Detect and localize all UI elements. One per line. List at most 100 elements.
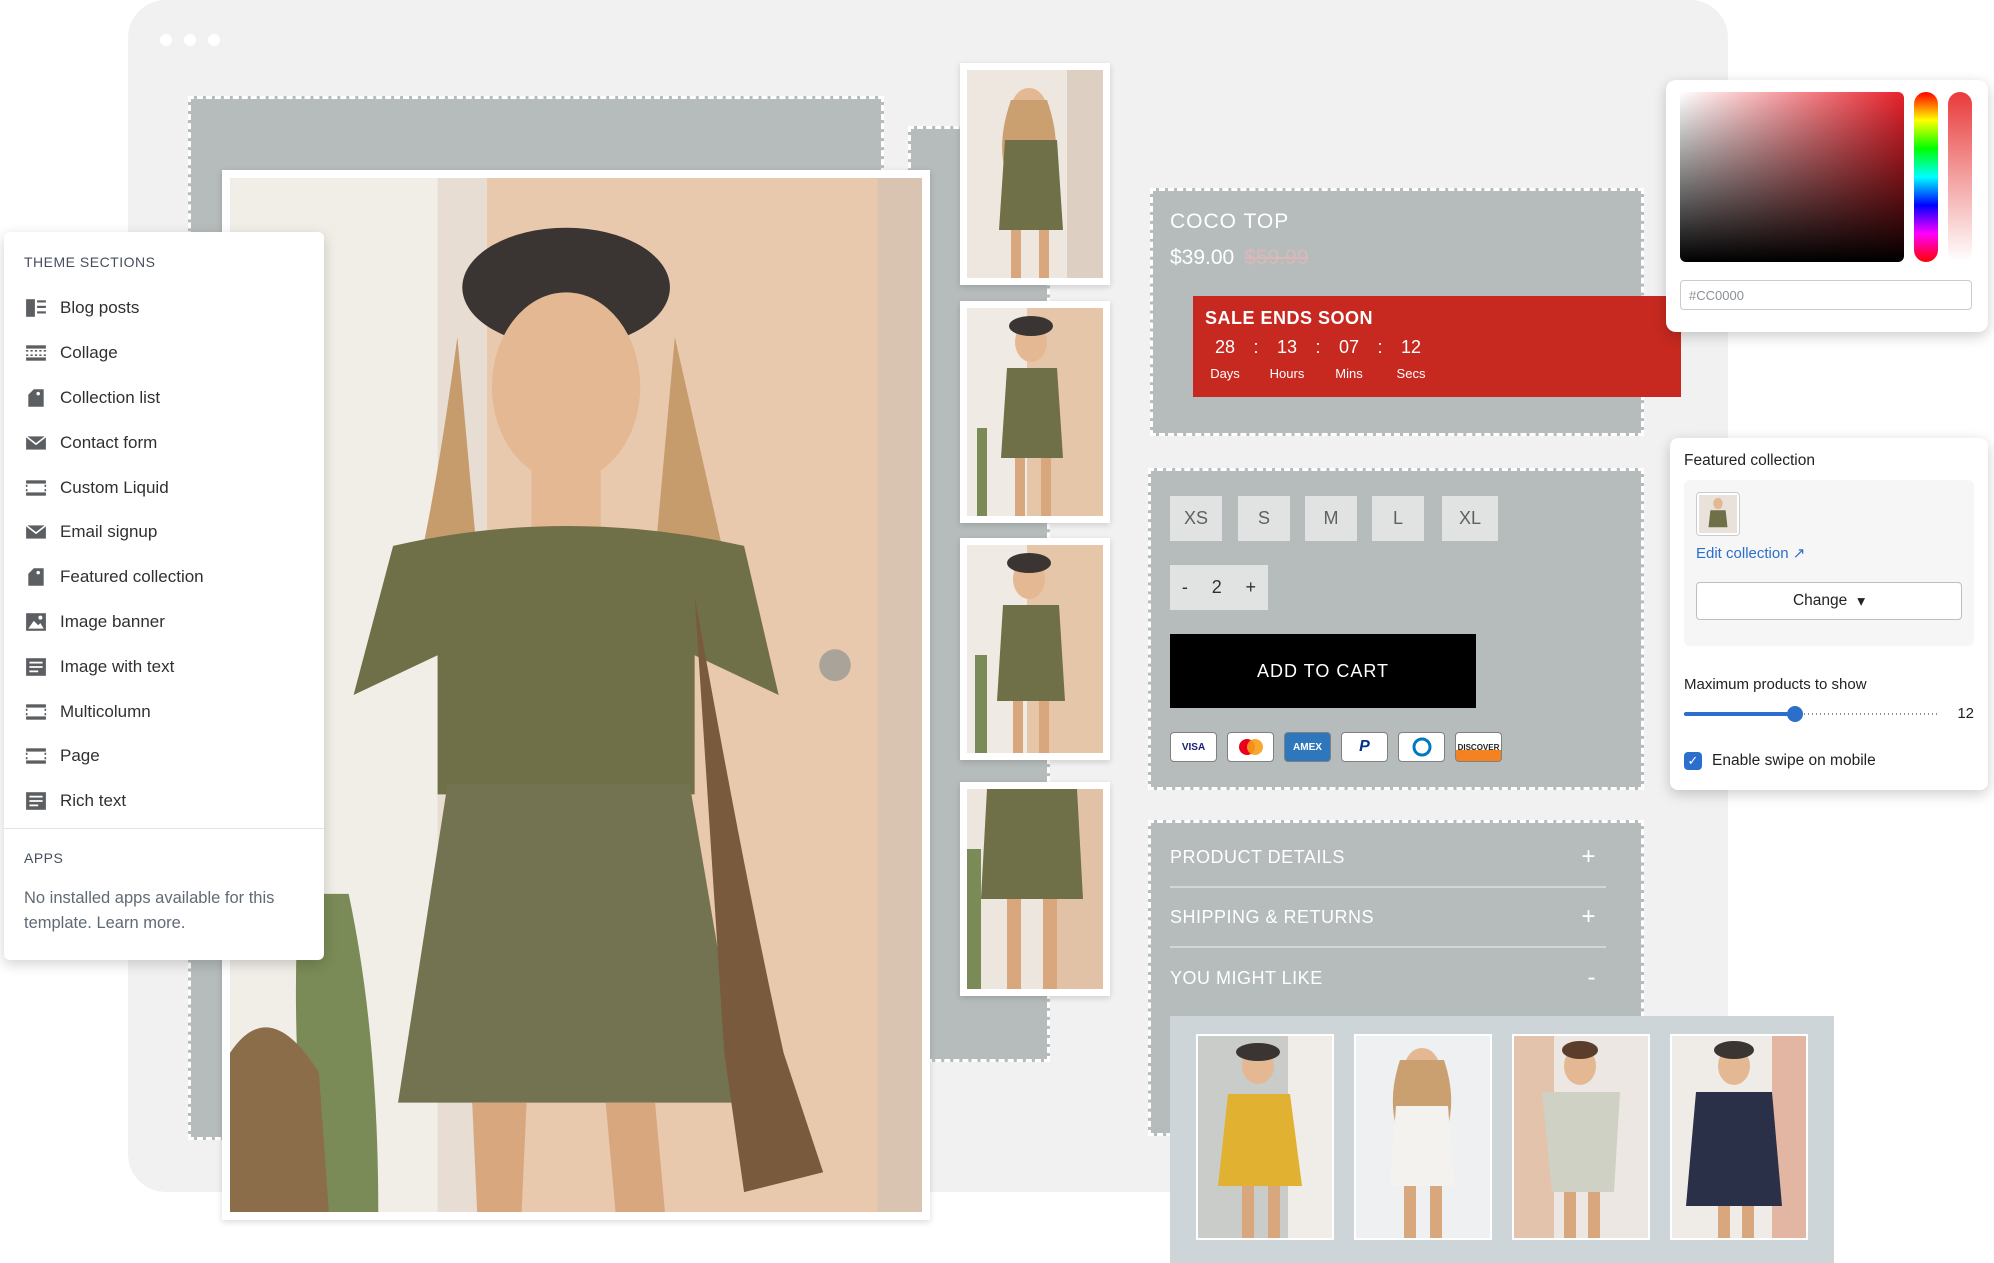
swipe-setting[interactable]: ✓ Enable swipe on mobile	[1684, 752, 1974, 770]
countdown-label: Hours	[1269, 366, 1305, 381]
section-item-blog-posts[interactable]: Blog posts	[24, 286, 304, 331]
divider	[4, 828, 324, 829]
countdown-value: 28	[1214, 337, 1236, 357]
dashed-box-icon	[24, 744, 48, 768]
product-title: COCO TOP	[1170, 210, 1290, 233]
size-option-s[interactable]: S	[1238, 496, 1290, 541]
thumbnail-3[interactable]	[960, 538, 1110, 760]
size-option-l[interactable]: L	[1372, 496, 1424, 541]
section-item-multicolumn[interactable]: Multicolumn	[24, 689, 304, 734]
minus-icon: -	[1587, 964, 1596, 991]
product-image	[1672, 1036, 1806, 1238]
accordion-product-details[interactable]: PRODUCT DETAILS +	[1170, 828, 1606, 888]
section-item-featured-collection[interactable]: Featured collection	[24, 555, 304, 600]
quantity-increase-button[interactable]: +	[1246, 577, 1257, 598]
edit-collection-label: Edit collection	[1696, 545, 1789, 562]
countdown-separator: :	[1253, 337, 1259, 357]
collage-icon	[24, 341, 48, 365]
hue-slider[interactable]	[1914, 92, 1938, 262]
theme-sections-list: Blog posts Collage Collection list Conta…	[24, 286, 304, 824]
change-collection-button[interactable]: Change ▾	[1696, 582, 1962, 620]
edit-collection-link[interactable]: Edit collection ↗	[1696, 544, 1962, 562]
size-option-m[interactable]: M	[1305, 496, 1357, 541]
dashed-box-icon	[24, 700, 48, 724]
section-item-collage[interactable]: Collage	[24, 331, 304, 376]
recommended-product-2[interactable]	[1354, 1034, 1492, 1240]
section-item-label: Contact form	[60, 432, 158, 452]
countdown-mins: 07 Mins	[1329, 337, 1369, 381]
collection-picker: Edit collection ↗ Change ▾	[1684, 480, 1974, 646]
size-option-xs[interactable]: XS	[1170, 496, 1222, 541]
max-products-control: 12	[1684, 705, 1974, 722]
blog-icon	[24, 296, 48, 320]
amex-icon: AMEX	[1284, 732, 1331, 762]
accordion-label: PRODUCT DETAILS	[1170, 846, 1345, 867]
thumbnail-image	[967, 70, 1103, 278]
color-picker	[1666, 80, 1988, 332]
slider-handle[interactable]	[1786, 705, 1803, 722]
payment-icons: VISA AMEX P DISCOVER	[1170, 732, 1502, 762]
recommended-product-4[interactable]	[1670, 1034, 1808, 1240]
add-to-cart-button[interactable]: ADD TO CART	[1170, 634, 1476, 708]
hero-image[interactable]	[230, 178, 922, 1212]
section-item-label: Blog posts	[60, 298, 140, 318]
swipe-checkbox[interactable]: ✓	[1684, 752, 1702, 770]
visa-icon: VISA	[1170, 732, 1217, 762]
sale-countdown-banner: SALE ENDS SOON 28 Days : 13 Hours : 07 Mins…	[1193, 296, 1681, 397]
paypal-icon: P	[1341, 732, 1388, 762]
sale-price: $39.00	[1170, 246, 1235, 269]
swipe-label: Enable swipe on mobile	[1712, 752, 1876, 769]
text-block-icon	[24, 789, 48, 813]
recommendations-strip	[1170, 1016, 1834, 1263]
theme-sections-heading: THEME SECTIONS	[24, 254, 156, 270]
accordion-shipping-returns[interactable]: SHIPPING & RETURNS +	[1170, 888, 1606, 948]
product-image	[1198, 1036, 1332, 1238]
accordion-you-might-like[interactable]: YOU MIGHT LIKE -	[1170, 948, 1606, 1008]
section-item-image-with-text[interactable]: Image with text	[24, 644, 304, 689]
theme-sections-panel: THEME SECTIONS Blog posts Collage Collec…	[4, 232, 324, 960]
thumbnail-1[interactable]	[960, 63, 1110, 285]
section-item-rich-text[interactable]: Rich text	[24, 779, 304, 824]
section-item-contact-form[interactable]: Contact form	[24, 420, 304, 465]
plus-icon: +	[1581, 843, 1596, 870]
diners-icon	[1398, 732, 1445, 762]
saturation-gradient[interactable]	[1680, 92, 1904, 262]
thumbnail-4[interactable]	[960, 782, 1110, 996]
quantity-value[interactable]: 2	[1212, 577, 1222, 598]
accordion-label: YOU MIGHT LIKE	[1170, 967, 1323, 988]
max-products-slider[interactable]	[1684, 705, 1940, 722]
quantity-decrease-button[interactable]: -	[1182, 577, 1188, 598]
recommended-product-3[interactable]	[1512, 1034, 1650, 1240]
external-link-icon: ↗	[1792, 545, 1806, 562]
alpha-slider[interactable]	[1948, 92, 1972, 262]
apps-empty-text[interactable]: No installed apps available for this tem…	[24, 886, 304, 936]
dashed-box-icon	[24, 476, 48, 500]
section-item-label: Multicolumn	[60, 701, 151, 721]
countdown-label: Mins	[1335, 366, 1363, 381]
sale-heading: SALE ENDS SOON	[1205, 308, 1374, 328]
countdown-label: Days	[1210, 366, 1240, 381]
size-option-xl[interactable]: XL	[1442, 496, 1498, 541]
section-item-email-signup[interactable]: Email signup	[24, 510, 304, 555]
thumbnail-2[interactable]	[960, 301, 1110, 523]
section-item-custom-liquid[interactable]: Custom Liquid	[24, 465, 304, 510]
discover-icon: DISCOVER	[1455, 732, 1502, 762]
text-block-icon	[24, 655, 48, 679]
compare-price: $59.99	[1244, 246, 1309, 269]
recommended-product-1[interactable]	[1196, 1034, 1334, 1240]
section-item-collection-list[interactable]: Collection list	[24, 376, 304, 421]
envelope-icon	[24, 431, 48, 455]
mastercard-icon	[1227, 732, 1274, 762]
section-item-label: Image with text	[60, 656, 175, 676]
window-controls	[160, 34, 220, 46]
countdown-label: Secs	[1396, 366, 1426, 381]
section-item-image-banner[interactable]: Image banner	[24, 600, 304, 645]
change-button-label: Change	[1792, 592, 1848, 609]
hex-color-input[interactable]	[1680, 280, 1972, 310]
slider-fill	[1684, 711, 1795, 716]
countdown-secs: 12 Secs	[1391, 337, 1431, 381]
apps-section: APPS No installed apps available for thi…	[24, 850, 304, 936]
countdown-separator: :	[1377, 337, 1383, 357]
section-item-label: Featured collection	[60, 567, 204, 587]
section-item-page[interactable]: Page	[24, 734, 304, 779]
